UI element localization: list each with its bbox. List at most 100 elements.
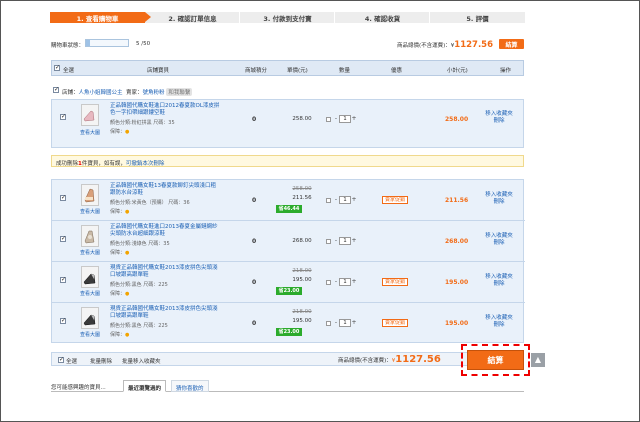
view-large-link[interactable]: 查看大圖: [80, 331, 100, 338]
final-total-amount: 1127.56: [395, 354, 441, 365]
item-thumbnail[interactable]: [81, 104, 99, 126]
qty-input[interactable]: 1: [339, 115, 351, 123]
shop-row: 店鋪：人魚小姐韓國公主 賣家：號角粉粉 和我聯繫: [51, 86, 524, 96]
guarantee-icon: ●: [125, 291, 130, 297]
qty-checkbox[interactable]: [326, 320, 331, 326]
seller-promo-badge[interactable]: 賣家促銷: [382, 319, 408, 327]
item-ops: 移入收藏夾 刪除: [482, 233, 516, 247]
tab-you-may-like[interactable]: 猜你喜歡的: [171, 380, 209, 392]
qty-checkbox[interactable]: [326, 279, 331, 285]
item-variant: 顏色分類:淺綠色 尺碼：35: [110, 241, 170, 247]
cart-item-row: 查看大圖 現貨正品韓國代購女鞋2013漆皮拼色尖頭淺口坡跟高跟單鞋 顏色分類:黑…: [52, 303, 525, 343]
move-to-favorites-link[interactable]: 移入收藏夾: [482, 274, 516, 281]
item-original-price: 218.00: [292, 309, 312, 315]
step-confirm-order: 2. 確認訂單信息: [145, 12, 241, 23]
footer-select-all[interactable]: 全選: [66, 357, 77, 365]
qty-checkbox[interactable]: [326, 238, 331, 244]
item-title-link[interactable]: 正品韓國代購女鞋進口2013春夏金屬鏈網紗尖頭防水台超細跟涼鞋: [110, 224, 220, 238]
item-thumbnail[interactable]: [81, 266, 99, 288]
item-checkbox[interactable]: [60, 113, 66, 120]
undo-delete-link[interactable]: 可撤銷本次刪除: [126, 161, 165, 167]
top-checkout-button[interactable]: 結算: [499, 39, 524, 49]
shoe-image-icon: [84, 188, 95, 203]
checkout-button[interactable]: 結算: [467, 350, 524, 370]
delete-link[interactable]: 刪除: [482, 281, 516, 288]
item-title-link[interactable]: 正品韓國代購女鞋13春夏款鉚釘尖頭淺口粗跟防水台涼鞋: [110, 183, 220, 197]
view-large-link[interactable]: 查看大圖: [80, 290, 100, 297]
shop-label: 店鋪：: [62, 90, 79, 96]
tab-recently-viewed[interactable]: 最近瀏覽過的: [123, 380, 167, 392]
contact-seller-button[interactable]: 和我聯繫: [166, 88, 193, 96]
top-total-label: 商品總價(不含運費)：¥: [397, 43, 455, 49]
item-title-link[interactable]: 現貨正品韓國代購女鞋2013漆皮拼色尖頭淺口坡跟高跟單鞋: [110, 265, 220, 279]
item-checkbox[interactable]: [60, 276, 66, 283]
move-to-favorites-link[interactable]: 移入收藏夾: [482, 192, 516, 199]
batch-move-favorites-button[interactable]: 批量移入收藏夾: [122, 357, 161, 365]
qty-input[interactable]: 1: [339, 319, 351, 327]
item-variant: 顏色分類:黑色 尺碼：225: [110, 282, 168, 288]
view-large-link[interactable]: 查看大圖: [80, 208, 100, 215]
item-thumbnail[interactable]: [81, 225, 99, 247]
item-ops: 移入收藏夾 刪除: [482, 192, 516, 206]
item-variant: 顏色分類:粉紅拼黑 尺碼：35: [110, 120, 175, 126]
item-checkbox[interactable]: [60, 194, 66, 201]
cart-item-row: 查看大圖 正品韓國代購女鞋13春夏款鉚釘尖頭淺口粗跟防水台涼鞋 顏色分類:米黃色…: [52, 180, 525, 221]
qty-checkbox[interactable]: [326, 116, 331, 122]
item-checkbox[interactable]: [60, 235, 66, 242]
qty-plus-button[interactable]: +: [351, 278, 357, 286]
item-variant: 顏色分類:黑色 尺碼：225: [110, 323, 168, 329]
seller-promo-badge[interactable]: 賣家促銷: [382, 278, 408, 286]
qty-checkbox[interactable]: [326, 197, 331, 203]
shop-checkbox[interactable]: [53, 86, 59, 93]
cart-group-2: 查看大圖 正品韓國代購女鞋13春夏款鉚釘尖頭淺口粗跟防水台涼鞋 顏色分類:米黃色…: [51, 179, 525, 343]
seller-promo-badge[interactable]: 賣家促銷: [382, 196, 408, 204]
qty-plus-button[interactable]: +: [351, 319, 357, 327]
select-all-checkbox[interactable]: [54, 64, 60, 71]
footer-select-all-checkbox[interactable]: [58, 356, 64, 363]
item-original-price: 218.00: [292, 268, 312, 274]
qty-plus-button[interactable]: +: [351, 115, 357, 123]
notice-text: 成功刪除: [56, 161, 79, 167]
delete-link[interactable]: 刪除: [482, 118, 516, 125]
seller-link[interactable]: 號角粉粉: [143, 90, 165, 96]
header-promo: 優惠: [391, 68, 403, 74]
batch-delete-button[interactable]: 批量刪除: [90, 357, 112, 365]
quantity-stepper: - 1 +: [326, 278, 357, 286]
item-checkbox[interactable]: [60, 317, 66, 324]
shoe-image-icon: [83, 110, 95, 122]
delete-link[interactable]: 刪除: [482, 322, 516, 329]
header-points: 商城積分: [245, 68, 268, 74]
checkout-steps: 1. 查看購物車 2. 確認訂單信息 3. 付款到支付寶 4. 確認收貨 5. …: [50, 12, 525, 23]
delete-notice: 成功刪除1件寶貝，如有誤，可撤銷本次刪除: [51, 155, 524, 167]
step-pay: 3. 付款到支付寶: [240, 12, 336, 23]
item-price: 211.56: [292, 195, 312, 201]
move-to-favorites-link[interactable]: 移入收藏夾: [482, 233, 516, 240]
guarantee-icon: ●: [125, 332, 130, 338]
final-total: 商品總價(不含運費)：¥1127.56: [338, 354, 441, 365]
cart-item-row: 查看大圖 現貨正品韓國代購女鞋2013漆皮拼色尖頭淺口坡跟高跟單鞋 顏色分類:黑…: [52, 262, 525, 303]
item-thumbnail[interactable]: [81, 307, 99, 329]
delete-link[interactable]: 刪除: [482, 240, 516, 247]
qty-plus-button[interactable]: +: [351, 196, 357, 204]
move-to-favorites-link[interactable]: 移入收藏夾: [482, 111, 516, 118]
shop-name-link[interactable]: 人魚小姐韓國公主: [79, 90, 123, 96]
view-large-link[interactable]: 查看大圖: [80, 129, 100, 136]
view-large-link[interactable]: 查看大圖: [80, 249, 100, 256]
header-ops: 操作: [500, 68, 512, 74]
cart-status-label: 購物車狀態：: [51, 43, 85, 49]
item-points: 0: [252, 279, 257, 286]
qty-input[interactable]: 1: [339, 237, 351, 245]
qty-input[interactable]: 1: [339, 196, 351, 204]
item-thumbnail[interactable]: [81, 184, 99, 206]
item-title-link[interactable]: 現貨正品韓國代購女鞋2013漆皮拼色尖頭淺口坡跟高跟單鞋: [110, 306, 220, 320]
header-item: 店鋪寶貝: [147, 68, 170, 74]
move-to-favorites-link[interactable]: 移入收藏夾: [482, 315, 516, 322]
qty-input[interactable]: 1: [339, 278, 351, 286]
guarantee-label: 保障：: [110, 129, 126, 135]
header-subtotal: 小計(元): [447, 68, 468, 74]
qty-plus-button[interactable]: +: [351, 237, 357, 245]
delete-link[interactable]: 刪除: [482, 199, 516, 206]
item-title-link[interactable]: 正品韓國代購女鞋進口2012春夏款OL漆皮拼色一字扣帶細跟鏤空鞋: [110, 103, 220, 117]
quantity-stepper: - 1 +: [326, 237, 357, 245]
back-to-top-icon[interactable]: ▲: [531, 353, 545, 367]
